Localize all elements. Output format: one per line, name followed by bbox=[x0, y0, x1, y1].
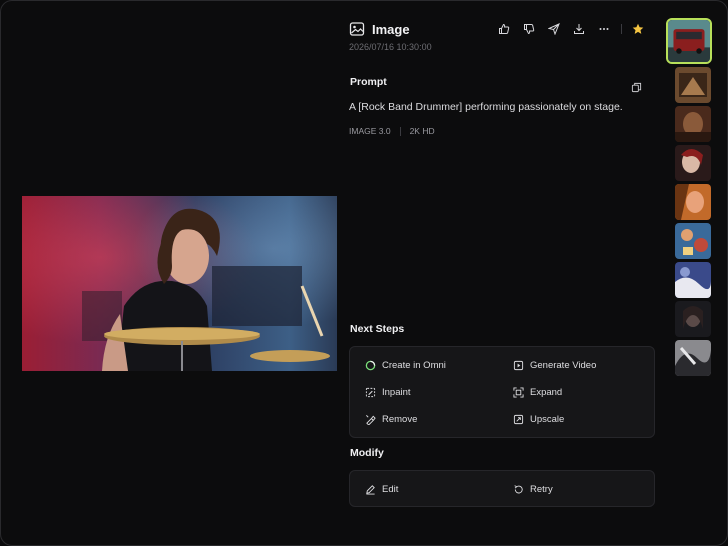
expand-label: Expand bbox=[530, 386, 563, 398]
timestamp: 2026/07/16 10:30:00 bbox=[349, 42, 432, 52]
more-icon[interactable] bbox=[595, 20, 613, 38]
thumbnail-6[interactable] bbox=[675, 223, 711, 259]
download-icon[interactable] bbox=[570, 20, 588, 38]
resolution-label: 2K HD bbox=[409, 126, 435, 136]
retry-button[interactable]: Retry bbox=[512, 482, 553, 496]
remove-icon bbox=[364, 413, 376, 425]
model-label: IMAGE 3.0 bbox=[349, 126, 391, 136]
inpaint-icon bbox=[364, 386, 376, 398]
inpaint-label: Inpaint bbox=[382, 386, 411, 398]
thumbnail-3[interactable] bbox=[675, 106, 711, 142]
thumbnail-8[interactable] bbox=[675, 301, 711, 337]
thumbnail-7[interactable] bbox=[675, 262, 711, 298]
thumbnail-4[interactable] bbox=[675, 145, 711, 181]
upscale-button[interactable]: Upscale bbox=[512, 412, 564, 426]
generate-video-button[interactable]: Generate Video bbox=[512, 358, 596, 372]
create-in-omni-label: Create in Omni bbox=[382, 359, 446, 371]
prompt-heading: Prompt bbox=[350, 76, 387, 88]
retry-label: Retry bbox=[530, 483, 553, 495]
upscale-label: Upscale bbox=[530, 413, 565, 425]
image-icon bbox=[349, 21, 365, 37]
thumbs-up-icon[interactable] bbox=[495, 20, 513, 38]
next-steps-panel: Create in Omni Generate Video Inpaint Ex… bbox=[349, 346, 655, 438]
next-steps-heading: Next Steps bbox=[350, 323, 405, 335]
thumbnail-2[interactable] bbox=[675, 67, 711, 103]
drummer-photo bbox=[22, 196, 337, 371]
star-icon[interactable] bbox=[629, 20, 647, 38]
thumbnail-9[interactable] bbox=[675, 340, 711, 376]
prompt-text: A [Rock Band Drummer] performing passion… bbox=[349, 101, 623, 113]
pencil-icon bbox=[364, 483, 376, 495]
generated-image-viewer[interactable] bbox=[22, 196, 337, 371]
edit-label: Edit bbox=[382, 483, 399, 495]
remove-button[interactable]: Remove bbox=[364, 412, 417, 426]
share-icon[interactable] bbox=[545, 20, 563, 38]
app-window: Image 2026/07/16 10:30:00 Prompt A [Rock… bbox=[0, 0, 728, 546]
create-in-omni-button[interactable]: Create in Omni bbox=[364, 358, 446, 372]
thumbnail-5[interactable] bbox=[675, 184, 711, 220]
retry-icon bbox=[512, 483, 524, 495]
modify-heading: Modify bbox=[350, 447, 384, 459]
video-icon bbox=[512, 359, 524, 371]
inpaint-button[interactable]: Inpaint bbox=[364, 385, 411, 399]
generate-video-label: Generate Video bbox=[530, 359, 597, 371]
thumbnail-selected[interactable] bbox=[666, 18, 712, 64]
edit-button[interactable]: Edit bbox=[364, 482, 398, 496]
upscale-icon bbox=[512, 413, 524, 425]
expand-icon bbox=[512, 386, 524, 398]
expand-button[interactable]: Expand bbox=[512, 385, 562, 399]
omni-icon bbox=[364, 359, 376, 371]
page-title: Image bbox=[372, 21, 410, 37]
thumbs-down-icon[interactable] bbox=[520, 20, 538, 38]
modify-panel: Edit Retry bbox=[349, 470, 655, 507]
remove-label: Remove bbox=[382, 413, 418, 425]
toolbar-divider bbox=[621, 24, 622, 34]
action-toolbar bbox=[495, 20, 654, 38]
meta-divider bbox=[399, 126, 401, 136]
copy-icon[interactable] bbox=[628, 79, 644, 95]
generation-meta: IMAGE 3.0 2K HD bbox=[349, 126, 435, 136]
